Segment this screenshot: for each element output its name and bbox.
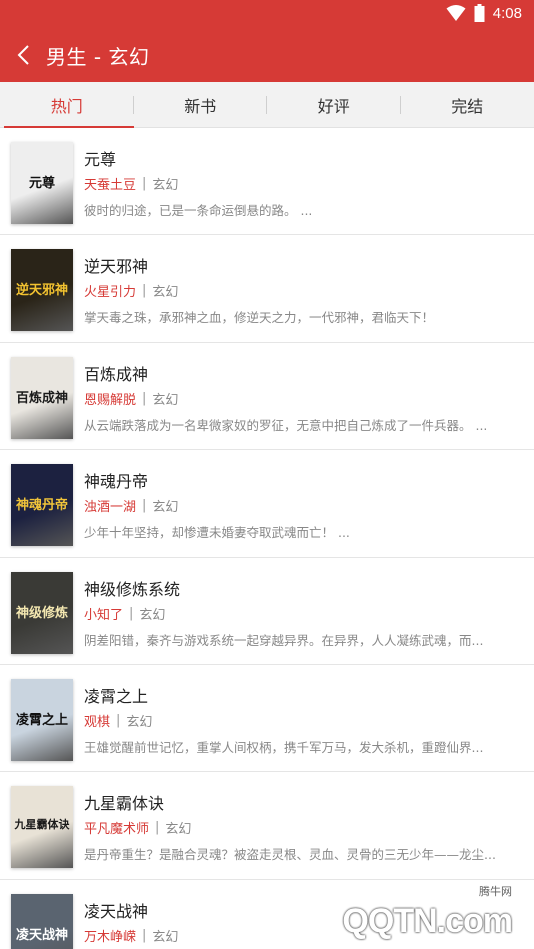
book-cover: 凌霄之上	[11, 678, 73, 761]
book-item[interactable]: 凌霄之上 凌霄之上 观棋 | 玄幻 王雄觉醒前世记忆，重掌人间权柄，携千军万马，…	[0, 665, 534, 773]
book-title: 逆天邪神	[84, 257, 149, 277]
book-author: 天蚕土豆	[84, 178, 137, 193]
tab-bar: 热门 新书 好评 完结	[0, 82, 534, 128]
cover-title: 凌霄之上	[15, 712, 68, 728]
book-cover: 神魂丹帝	[11, 464, 73, 547]
cover-title: 百炼成神	[15, 390, 68, 406]
book-cover: 凌天战神	[11, 893, 73, 949]
tab-finished[interactable]: 完结	[401, 82, 534, 127]
book-cover: 逆天邪神	[11, 249, 73, 332]
book-description: 彼时的归途，已是一条命运倒悬的路。 ...	[84, 203, 313, 218]
book-description: 阴差阳错，秦齐与游戏系统一起穿越异界。在异界，人人凝练武魂，而...	[84, 632, 484, 648]
meta-separator: |	[129, 605, 134, 621]
book-meta: 万木峥嵘 | 玄幻	[84, 926, 178, 945]
book-item[interactable]: 九星霸体诀 九星霸体诀 平凡魔术师 | 玄幻 是丹帝重生？是融合灵魂？被盗走灵根…	[0, 772, 534, 880]
book-cover: 百炼成神	[11, 356, 73, 439]
cover-title: 凌天战神	[15, 927, 68, 943]
book-author: 恩赐解脱	[84, 392, 137, 408]
book-author: 平凡魔术师	[84, 822, 150, 838]
book-meta: 天蚕土豆 | 玄幻	[84, 174, 178, 193]
meta-separator: |	[142, 176, 147, 191]
cover-title: 神级修炼	[15, 605, 68, 621]
book-description: 少年十年坚持，却惨遭未婚妻夺取武魂而亡！ ...	[84, 525, 350, 541]
book-item[interactable]: 元尊 元尊 天蚕土豆 | 玄幻 彼时的归途，已是一条命运倒悬的路。 ...	[0, 128, 534, 236]
book-genre: 玄幻	[152, 392, 179, 408]
meta-separator: |	[142, 283, 147, 299]
book-author: 火星引力	[84, 285, 137, 301]
book-cover: 九星霸体诀	[11, 786, 73, 869]
cover-title: 九星霸体诀	[14, 818, 70, 832]
book-author: 浊酒一湖	[84, 500, 137, 516]
tab-label: 新书	[184, 96, 217, 116]
book-item[interactable]: 百炼成神 百炼成神 恩赐解脱 | 玄幻 从云端跌落成为一名卑微家奴的罗征，无意中…	[0, 343, 534, 451]
cover-title: 元尊	[28, 176, 55, 191]
tab-new[interactable]: 新书	[134, 82, 267, 127]
book-item[interactable]: 神级修炼 神级修炼系统 小知了 | 玄幻 阴差阳错，秦齐与游戏系统一起穿越异界。…	[0, 558, 534, 665]
tab-label: 好评	[317, 96, 350, 116]
tab-label: 完结	[451, 96, 484, 116]
app-bar: 男生 - 玄幻	[0, 28, 534, 82]
book-genre: 玄幻	[139, 607, 166, 623]
book-genre: 玄幻	[126, 714, 153, 730]
book-author: 万木峥嵘	[84, 929, 137, 945]
book-title: 凌天战神	[84, 901, 149, 921]
meta-separator: |	[116, 712, 121, 728]
book-meta: 恩赐解脱 | 玄幻	[84, 389, 178, 408]
status-time: 4:08	[492, 4, 522, 22]
chevron-left-icon	[17, 45, 29, 65]
book-meta: 平凡魔术师 | 玄幻	[84, 818, 191, 837]
book-description: 是丹帝重生？是融合灵魂？被盗走灵根、灵血、灵骨的三无少年——龙尘...	[84, 847, 496, 863]
meta-separator: |	[155, 820, 160, 836]
book-cover: 元尊	[11, 142, 73, 224]
book-meta: 火星引力 | 玄幻	[84, 281, 178, 300]
cover-title: 逆天邪神	[15, 283, 68, 299]
book-title: 元尊	[84, 150, 117, 169]
book-genre: 玄幻	[152, 500, 179, 516]
book-genre: 玄幻	[165, 822, 192, 838]
book-meta: 小知了 | 玄幻	[84, 604, 165, 623]
book-description: 掌天毒之珠，承邪神之血，修逆天之力，一代邪神，君临天下！	[84, 310, 435, 326]
book-genre: 玄幻	[152, 178, 179, 193]
book-meta: 浊酒一湖 | 玄幻	[84, 496, 178, 515]
book-title: 神魂丹帝	[84, 472, 149, 492]
tab-label: 热门	[50, 96, 83, 116]
book-description: 从云端跌落成为一名卑微家奴的罗征，无意中把自己炼成了一件兵器。 ...	[84, 417, 488, 433]
watermark: 腾牛网 QQTN.com	[326, 883, 526, 943]
watermark-site-name: 腾牛网	[479, 885, 512, 898]
wifi-icon	[446, 5, 466, 21]
book-description: 王雄觉醒前世记忆，重掌人间权柄，携千军万马，发大杀机，重蹬仙界...	[84, 739, 484, 755]
status-bar: 4:08	[0, 0, 534, 28]
page-title: 男生 - 玄幻	[46, 44, 150, 69]
watermark-logo: QQTN.com	[342, 902, 513, 940]
book-title: 凌霄之上	[84, 686, 149, 706]
book-meta: 观棋 | 玄幻	[84, 711, 152, 730]
book-title: 神级修炼系统	[84, 579, 181, 599]
battery-icon	[474, 4, 485, 22]
book-cover: 神级修炼	[11, 571, 73, 654]
book-title: 百炼成神	[84, 364, 149, 384]
book-genre: 玄幻	[152, 285, 179, 301]
book-author: 小知了	[84, 607, 124, 623]
back-button[interactable]	[2, 28, 46, 82]
tab-hot[interactable]: 热门	[0, 82, 134, 128]
book-list: 元尊 元尊 天蚕土豆 | 玄幻 彼时的归途，已是一条命运倒悬的路。 ... 逆天…	[0, 128, 534, 949]
meta-separator: |	[142, 390, 147, 406]
book-item[interactable]: 神魂丹帝 神魂丹帝 浊酒一湖 | 玄幻 少年十年坚持，却惨遭未婚妻夺取武魂而亡！…	[0, 450, 534, 558]
meta-separator: |	[142, 498, 147, 514]
tab-rated[interactable]: 好评	[267, 82, 401, 127]
book-author: 观棋	[84, 714, 111, 730]
book-item[interactable]: 逆天邪神 逆天邪神 火星引力 | 玄幻 掌天毒之珠，承邪神之血，修逆天之力，一代…	[0, 235, 534, 343]
book-title: 九星霸体诀	[84, 794, 165, 814]
meta-separator: |	[142, 927, 147, 943]
cover-title: 神魂丹帝	[15, 498, 68, 514]
book-genre: 玄幻	[152, 929, 179, 945]
